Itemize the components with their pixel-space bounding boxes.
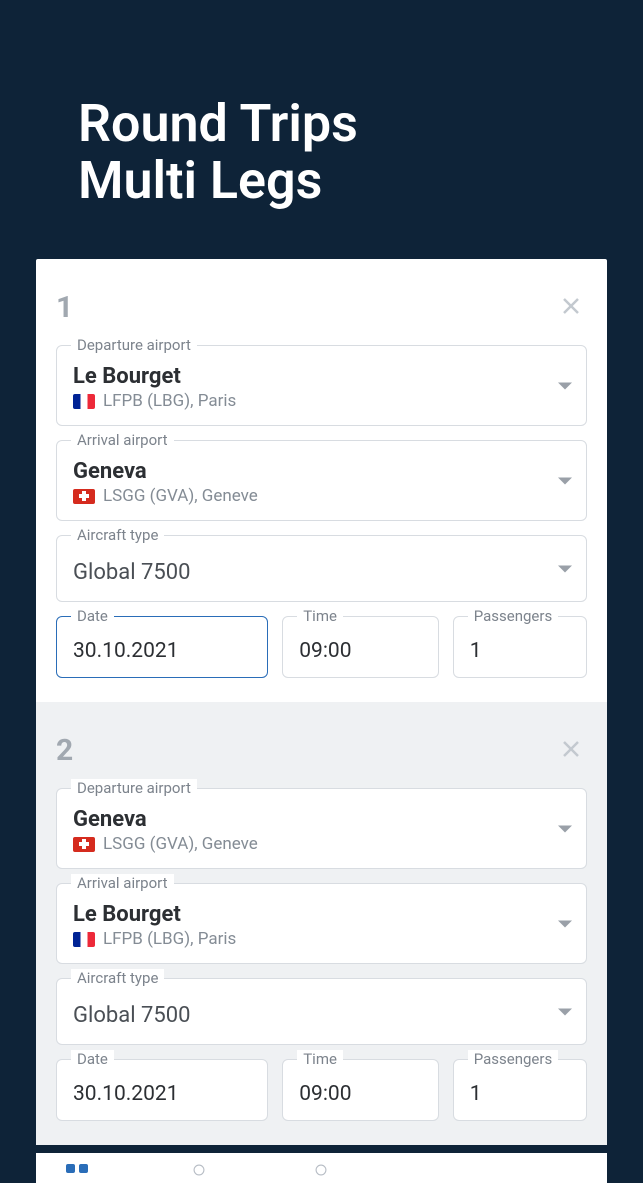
- bottom-nav: [36, 1153, 607, 1183]
- field-label: Passengers: [468, 1050, 558, 1068]
- remove-leg-button[interactable]: [555, 730, 587, 770]
- field-label: Date: [71, 1050, 114, 1068]
- field-label: Passengers: [468, 607, 558, 625]
- passengers-value: 1: [470, 1078, 570, 1106]
- time-input[interactable]: Time 09:00: [282, 616, 439, 678]
- aircraft-value: Global 7500: [73, 997, 542, 1030]
- chevron-down-icon: [558, 477, 572, 484]
- flag-france-icon: [73, 932, 95, 947]
- departure-airport-select[interactable]: Departure airport Geneva LSGG (GVA), Gen…: [56, 788, 587, 869]
- nav-circle-icon[interactable]: [310, 1153, 332, 1183]
- chevron-down-icon: [558, 825, 572, 832]
- time-input[interactable]: Time 09:00: [282, 1059, 439, 1121]
- chevron-down-icon: [558, 1008, 572, 1015]
- date-value: 30.10.2021: [73, 1078, 251, 1106]
- flag-switzerland-icon: [73, 837, 95, 852]
- aircraft-value: Global 7500: [73, 554, 542, 587]
- airport-name: Le Bourget: [73, 364, 542, 389]
- time-value: 09:00: [299, 1078, 422, 1106]
- airport-code: LFPB (LBG), Paris: [103, 929, 236, 949]
- close-icon: [559, 737, 583, 761]
- airport-code: LSGG (GVA), Geneve: [103, 834, 258, 854]
- field-label: Date: [71, 607, 114, 625]
- aircraft-type-select[interactable]: Aircraft type Global 7500: [56, 535, 587, 602]
- remove-leg-button[interactable]: [555, 287, 587, 327]
- passengers-input[interactable]: Passengers 1: [453, 616, 587, 678]
- airport-name: Geneva: [73, 459, 542, 484]
- passengers-value: 1: [470, 635, 570, 663]
- chevron-down-icon: [558, 565, 572, 572]
- field-label: Departure airport: [71, 779, 197, 797]
- date-input[interactable]: Date 30.10.2021: [56, 616, 268, 678]
- airport-subline: LFPB (LBG), Paris: [73, 391, 542, 411]
- airport-subline: LSGG (GVA), Geneve: [73, 486, 542, 506]
- airport-name: Le Bourget: [73, 902, 542, 927]
- field-label: Time: [297, 607, 343, 625]
- leg-card-2: 2 Departure airport Geneva LSGG (GVA), G…: [36, 702, 607, 1145]
- time-value: 09:00: [299, 635, 422, 663]
- field-label: Time: [297, 1050, 343, 1068]
- nav-clock-icon[interactable]: [188, 1153, 210, 1183]
- flag-france-icon: [73, 394, 95, 409]
- date-input[interactable]: Date 30.10.2021: [56, 1059, 268, 1121]
- field-label: Aircraft type: [71, 969, 164, 987]
- leg-number: 1: [56, 290, 73, 325]
- date-value: 30.10.2021: [73, 635, 251, 663]
- title-line-2: Multi Legs: [78, 152, 643, 209]
- airport-code: LFPB (LBG), Paris: [103, 391, 236, 411]
- title-line-1: Round Trips: [78, 95, 643, 152]
- date-time-pax-row: Date 30.10.2021 Time 09:00 Passengers 1: [56, 616, 587, 678]
- leg-card-1: 1 Departure airport Le Bourget LFPB (LBG…: [36, 259, 607, 702]
- nav-grid-icon[interactable]: [66, 1153, 88, 1183]
- departure-airport-select[interactable]: Departure airport Le Bourget LFPB (LBG),…: [56, 345, 587, 426]
- passengers-input[interactable]: Passengers 1: [453, 1059, 587, 1121]
- leg-header: 2: [56, 730, 587, 770]
- airport-subline: LSGG (GVA), Geneve: [73, 834, 542, 854]
- arrival-airport-select[interactable]: Arrival airport Geneva LSGG (GVA), Genev…: [56, 440, 587, 521]
- leg-number: 2: [56, 733, 73, 768]
- field-label: Arrival airport: [71, 431, 174, 449]
- airport-subline: LFPB (LBG), Paris: [73, 929, 542, 949]
- close-icon: [559, 294, 583, 318]
- field-label: Departure airport: [71, 336, 197, 354]
- legs-form: 1 Departure airport Le Bourget LFPB (LBG…: [36, 259, 607, 1145]
- page-title: Round Trips Multi Legs: [0, 0, 643, 259]
- leg-header: 1: [56, 287, 587, 327]
- chevron-down-icon: [558, 920, 572, 927]
- airport-code: LSGG (GVA), Geneve: [103, 486, 258, 506]
- date-time-pax-row: Date 30.10.2021 Time 09:00 Passengers 1: [56, 1059, 587, 1121]
- chevron-down-icon: [558, 382, 572, 389]
- field-label: Aircraft type: [71, 526, 164, 544]
- arrival-airport-select[interactable]: Arrival airport Le Bourget LFPB (LBG), P…: [56, 883, 587, 964]
- aircraft-type-select[interactable]: Aircraft type Global 7500: [56, 978, 587, 1045]
- flag-switzerland-icon: [73, 489, 95, 504]
- field-label: Arrival airport: [71, 874, 174, 892]
- airport-name: Geneva: [73, 807, 542, 832]
